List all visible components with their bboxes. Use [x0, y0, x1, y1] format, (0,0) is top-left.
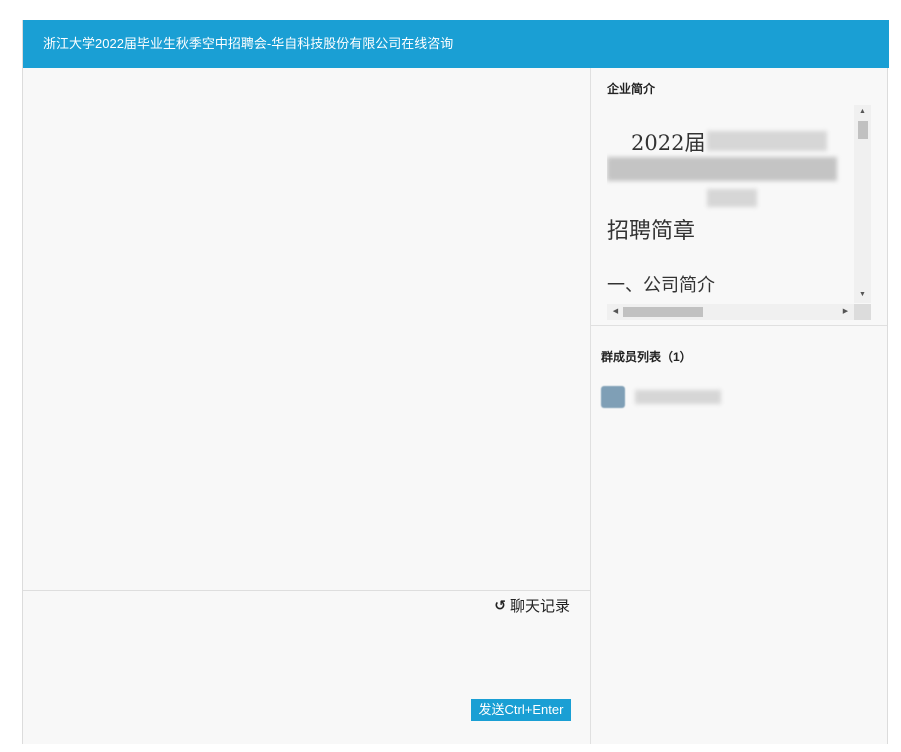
- scroll-corner: [854, 304, 871, 320]
- horizontal-scrollbar[interactable]: ◀ ▶: [607, 304, 854, 320]
- redacted-text: [707, 189, 757, 207]
- history-icon: ↺: [494, 597, 506, 613]
- company-intro-document: 2022届 招聘简章 一、公司简介: [607, 105, 854, 303]
- vertical-scroll-thumb[interactable]: [858, 121, 868, 139]
- doc-heading: 招聘简章: [607, 219, 696, 244]
- chat-history-link[interactable]: ↺ 聊天记录: [494, 595, 570, 616]
- send-button[interactable]: 发送Ctrl+Enter: [471, 699, 571, 721]
- scroll-right-arrow[interactable]: ▶: [837, 307, 854, 315]
- redacted-text: [607, 157, 837, 181]
- message-input-area[interactable]: ↺ 聊天记录 发送Ctrl+Enter: [23, 590, 591, 744]
- doc-year-text: 2022届: [631, 131, 706, 155]
- window-title: 浙江大学2022届毕业生秋季空中招聘会-华自科技股份有限公司在线咨询: [23, 20, 889, 68]
- redacted-text: [707, 131, 827, 151]
- member-list-item[interactable]: [601, 384, 801, 410]
- scroll-up-arrow[interactable]: ▲: [854, 108, 871, 115]
- vertical-scrollbar[interactable]: ▲ ▼: [854, 105, 871, 303]
- company-intro-section: 企业简介 2022届 招聘简章 一、公司简介 ▲ ▼ ◀ ▶: [591, 68, 887, 326]
- avatar: [601, 386, 625, 408]
- right-panel: 企业简介 2022届 招聘简章 一、公司简介 ▲ ▼ ◀ ▶ 群成员列表（1）: [591, 68, 887, 744]
- redacted-member-name: [635, 390, 721, 404]
- doc-section-title: 一、公司简介: [607, 275, 715, 296]
- consultation-window: 浙江大学2022届毕业生秋季空中招聘会-华自科技股份有限公司在线咨询 ↺ 聊天记…: [22, 20, 889, 744]
- scroll-down-arrow[interactable]: ▼: [854, 291, 871, 298]
- member-list-title: 群成员列表（1）: [601, 350, 692, 364]
- company-intro-title: 企业简介: [607, 82, 656, 96]
- horizontal-scroll-thumb[interactable]: [623, 307, 703, 317]
- company-intro-viewer[interactable]: 2022届 招聘简章 一、公司简介 ▲ ▼ ◀ ▶: [607, 105, 872, 321]
- chat-message-area[interactable]: [23, 68, 591, 590]
- scroll-left-arrow[interactable]: ◀: [607, 307, 624, 315]
- chat-history-label: 聊天记录: [509, 598, 570, 615]
